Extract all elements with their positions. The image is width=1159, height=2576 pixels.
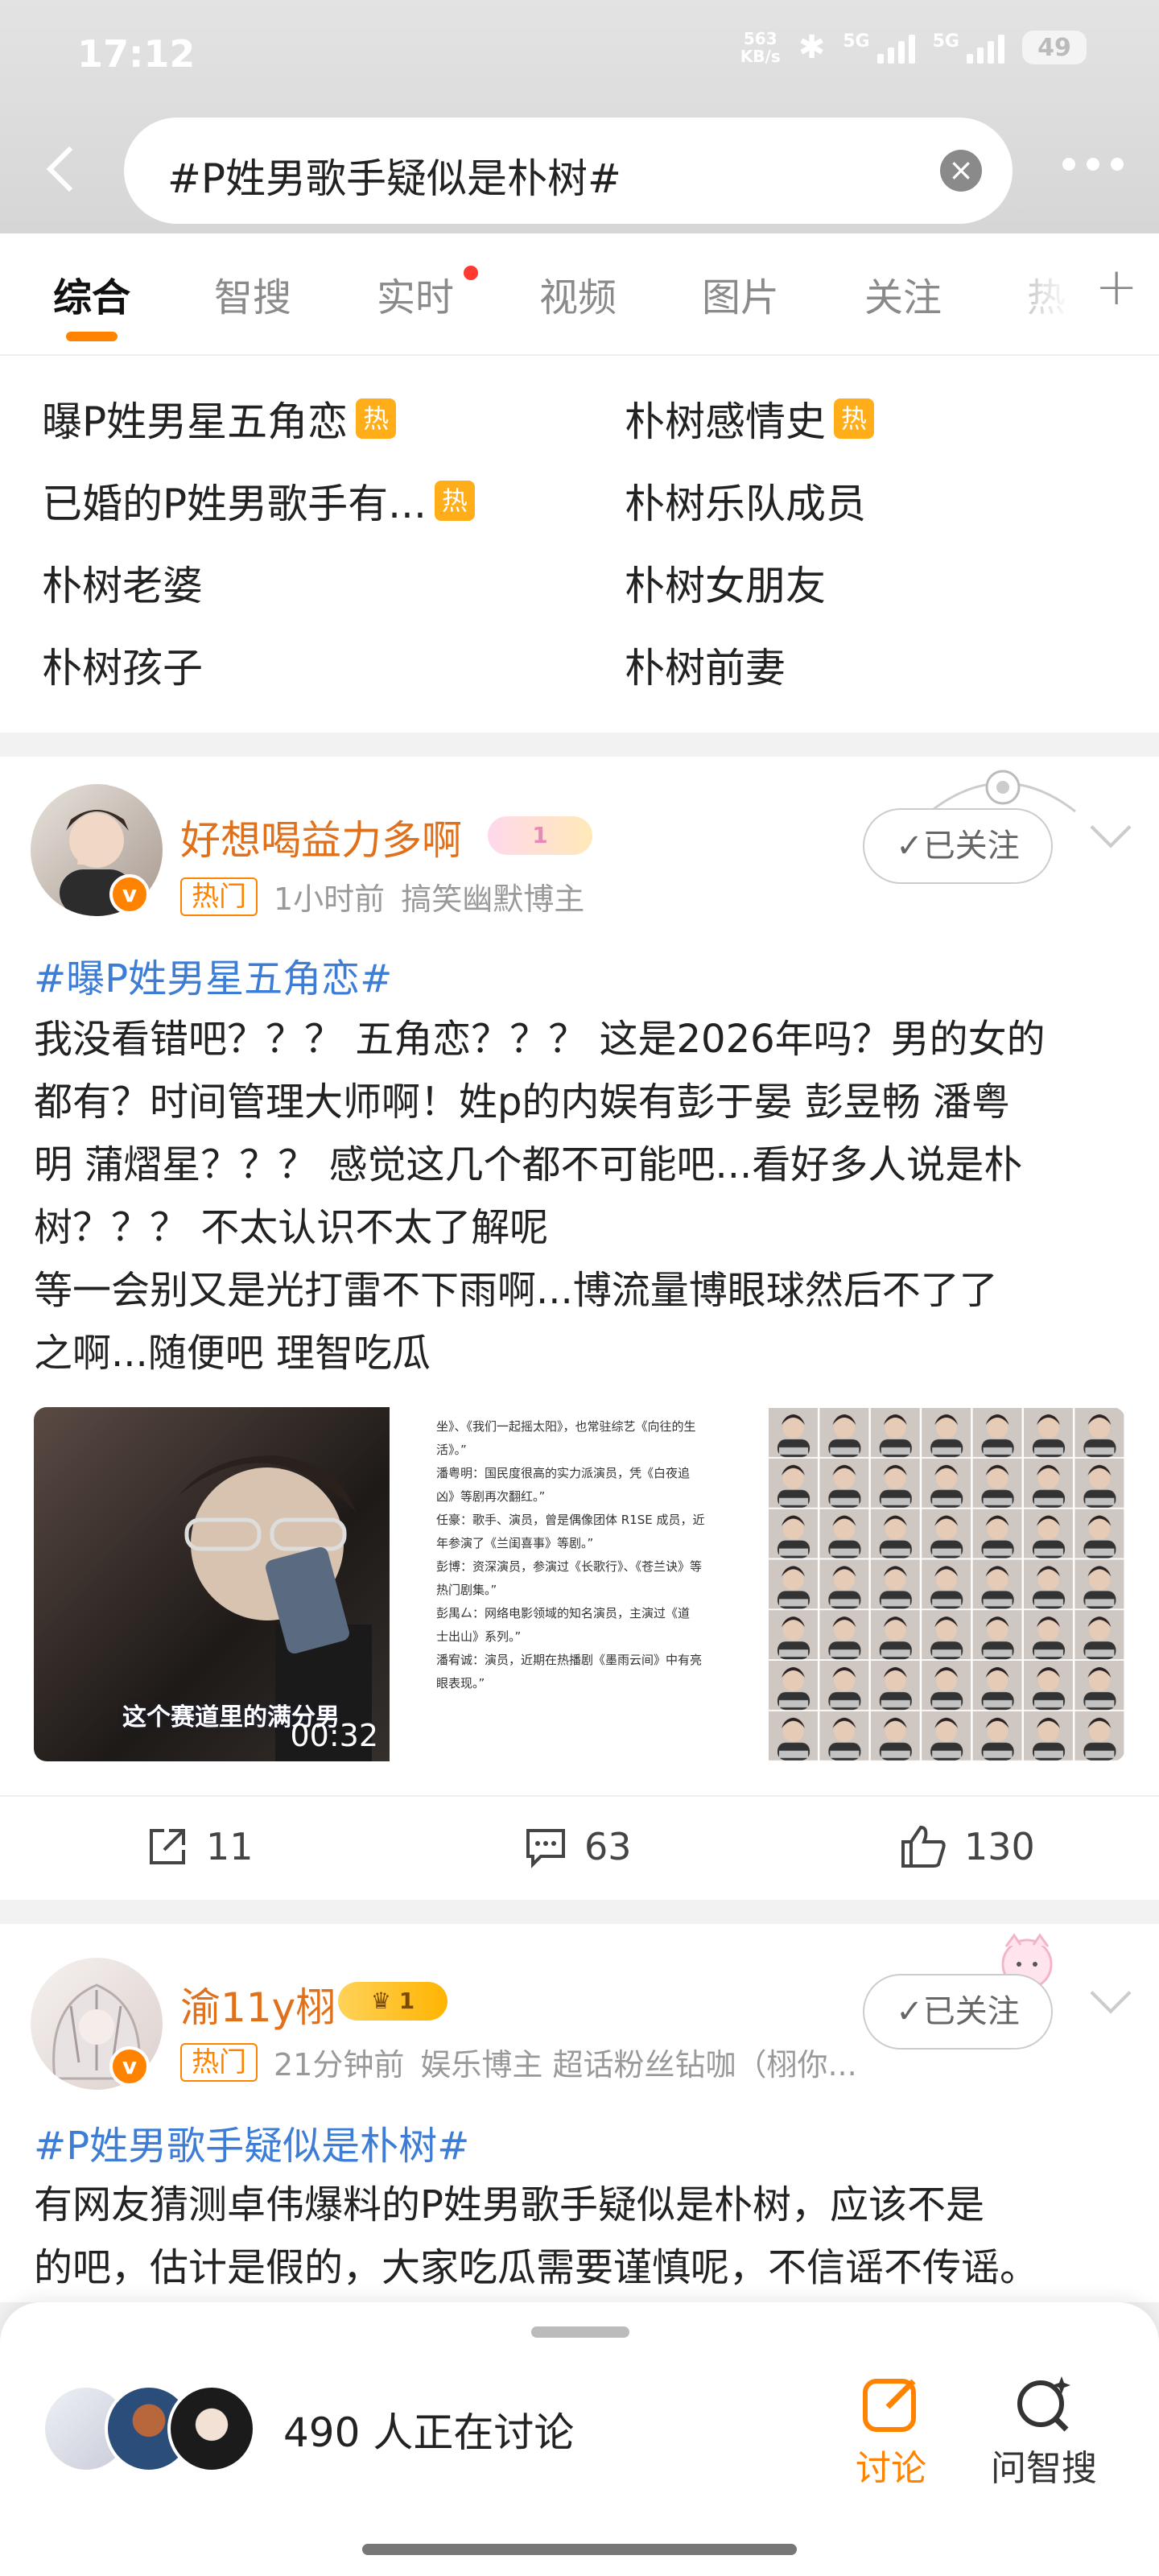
participant-avatars: [42, 2384, 256, 2473]
discussing-count: 490 人正在讨论: [283, 2409, 575, 2456]
related-item[interactable]: 曝P姓男星五角恋 热: [42, 390, 397, 448]
tab-following[interactable]: 关注: [864, 266, 942, 322]
post-username[interactable]: 好想喝益力多啊: [180, 808, 462, 866]
post-body: 有网友猜测卓伟爆料的P姓男歌手疑似是朴树，应该不是 的吧，估计是假的，大家吃瓜需…: [34, 2182, 1039, 2290]
active-tab-indicator: [66, 332, 118, 341]
post-card: v 渝11y栩 ♛ 1 热门 21分钟前 娱乐博主 超话粉丝钻咖（栩你... ✓…: [0, 1924, 1159, 2302]
tab-bar: 综合 智搜 实时 视频 图片 关注 热 +: [0, 233, 1159, 354]
related-item[interactable]: 朴树感情史 热: [625, 390, 874, 448]
related-item[interactable]: 朴树老婆: [42, 554, 203, 612]
hot-badge: 热: [356, 398, 397, 439]
related-item[interactable]: 朴树乐队成员: [625, 472, 866, 530]
repost-icon: [150, 1829, 185, 1864]
video-duration: 00:32: [290, 1718, 378, 1753]
post-topic[interactable]: #曝P姓男星五角恋#: [34, 947, 392, 1003]
ask-smart-search-button[interactable]: 问智搜: [984, 2372, 1104, 2491]
media-grid: 这个赛道里的满分男 00:32 坐》、《我们一起摇太阳》，也常驻综艺《向往的生 …: [34, 1407, 1125, 1761]
more-options-button[interactable]: [1062, 158, 1124, 171]
verified-icon: v: [109, 874, 150, 914]
clear-icon[interactable]: ×: [940, 150, 982, 192]
crown-icon: ♛: [370, 1988, 391, 2014]
level-badge: 1: [488, 816, 592, 855]
document-image[interactable]: 坐》、《我们一起摇太阳》，也常驻综艺《向往的生 活》。” 潘粤明：国民度很高的实…: [401, 1407, 757, 1761]
related-item[interactable]: 朴树前妻: [625, 636, 786, 694]
net-speed: 563 KB/s: [740, 29, 781, 66]
hot-badge: 热: [434, 481, 475, 521]
bluetooth-icon: ✱: [798, 29, 826, 66]
related-searches: 曝P姓男星五角恋 热 朴树感情史 热 已婚的P姓男歌手有... 热 朴树乐队成员…: [0, 354, 1159, 733]
new-dot: [464, 266, 478, 280]
section-divider: [0, 733, 1159, 757]
discussion-panel: 490 人正在讨论 讨论 问智搜: [0, 2302, 1159, 2576]
back-button[interactable]: [37, 137, 85, 201]
hot-tag: 热门: [180, 877, 258, 916]
search-query[interactable]: #P姓男歌手疑似是朴树#: [167, 147, 621, 204]
follow-button[interactable]: ✓已关注: [863, 808, 1053, 884]
related-item[interactable]: 朴树女朋友: [625, 554, 826, 612]
crown-level-badge: ♛ 1: [338, 1982, 448, 2021]
signal-icon-1: 5G: [843, 31, 915, 64]
smart-search-icon: [1017, 2376, 1070, 2432]
tab-comprehensive[interactable]: 综合: [53, 266, 130, 322]
verified-icon: v: [109, 2046, 150, 2087]
post-meta: 热门 21分钟前 娱乐博主 超话粉丝钻咖（栩你...: [180, 2040, 857, 2084]
edit-icon: [863, 2379, 916, 2432]
drag-handle[interactable]: [531, 2326, 629, 2338]
author-role: 搞笑幽默博主: [401, 881, 585, 917]
thumbs-up-icon: [901, 1825, 946, 1868]
related-item[interactable]: 已婚的P姓男歌手有... 热: [42, 472, 475, 530]
related-item[interactable]: 朴树孩子: [42, 636, 203, 694]
status-icons: 563 KB/s ✱ 5G 5G 49: [740, 29, 1087, 66]
tab-smart-search[interactable]: 智搜: [214, 266, 291, 322]
tab-realtime[interactable]: 实时: [377, 266, 454, 322]
avatar: [167, 2384, 256, 2473]
repost-button[interactable]: 11: [145, 1824, 254, 1869]
status-time: 17:12: [77, 32, 196, 76]
video-thumbnail[interactable]: 这个赛道里的满分男 00:32: [34, 1407, 390, 1761]
post-time: 1小时前: [274, 881, 386, 917]
battery-icon: 49: [1022, 31, 1087, 64]
post-time: 21分钟前: [274, 2047, 405, 2083]
comment-icon: [526, 1829, 565, 1868]
chevron-down-icon[interactable]: [1090, 807, 1132, 848]
post-body: 我没看错吧？？？ 五角恋？？？ 这是2026年吗？男的女的 都有？时间管理大师啊…: [34, 1017, 1046, 1376]
discuss-button[interactable]: 讨论: [847, 2372, 935, 2491]
hot-tag: 热门: [180, 2042, 258, 2082]
post-card: v 好想喝益力多啊 1 热门 1小时前 搞笑幽默博主 ✓已关注 #曝P姓男星五角…: [0, 757, 1159, 1900]
like-button[interactable]: 130: [900, 1824, 1035, 1869]
collage-faces: [768, 1407, 1125, 1761]
comment-button[interactable]: 63: [523, 1824, 632, 1869]
home-indicator[interactable]: [362, 2544, 797, 2555]
action-bar: 11 63 130: [0, 1795, 1159, 1900]
tab-video[interactable]: 视频: [539, 266, 617, 322]
follow-button[interactable]: ✓已关注: [863, 1974, 1053, 2050]
top-bar: 17:12 563 KB/s ✱ 5G 5G 49 #P姓男歌手疑似是朴树# ×: [0, 0, 1159, 233]
post-meta: 热门 1小时前 搞笑幽默博主: [180, 874, 584, 919]
tab-fade: [974, 233, 1070, 354]
author-role: 娱乐博主 超话粉丝钻咖（栩你...: [420, 2047, 857, 2083]
post-username[interactable]: 渝11y栩: [180, 1975, 336, 2033]
tab-images[interactable]: 图片: [702, 266, 779, 322]
collage-image[interactable]: [768, 1407, 1125, 1761]
signal-icon-2: 5G: [933, 31, 1004, 64]
hot-badge: 热: [834, 398, 874, 439]
add-tab-icon[interactable]: +: [1095, 258, 1138, 317]
chevron-down-icon[interactable]: [1090, 1972, 1132, 2014]
section-divider: [0, 1900, 1159, 1924]
search-input[interactable]: #P姓男歌手疑似是朴树# ×: [124, 118, 1013, 224]
post-topic[interactable]: #P姓男歌手疑似是朴树#: [34, 2114, 469, 2170]
